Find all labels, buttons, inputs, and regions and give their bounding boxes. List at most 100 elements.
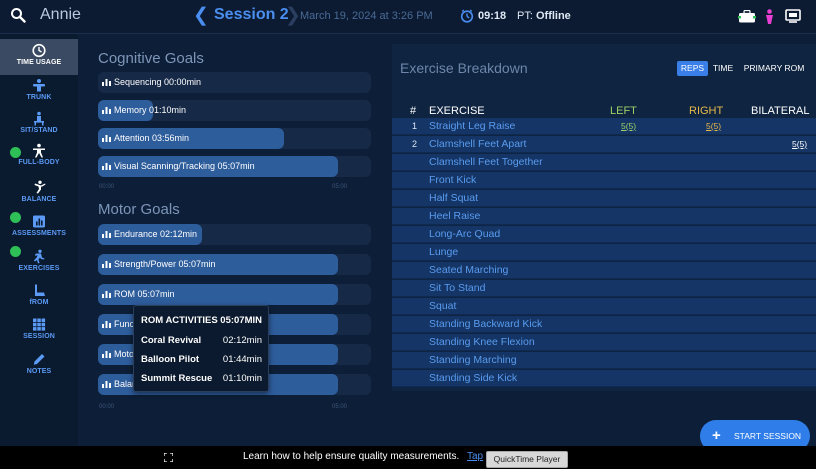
exercise-row[interactable]: Standing Side Kick (392, 370, 816, 387)
exercise-breakdown-panel: Exercise Breakdown REPS TIME PRIMARY ROM… (392, 44, 816, 391)
bar-chart-icon (102, 107, 111, 114)
goal-label-wrap: Visual Scanning/Tracking 05:07min (102, 161, 255, 171)
scale-end: 05:00 (332, 184, 348, 190)
patient-name[interactable]: Annie (40, 6, 81, 24)
bar-chart-icon (102, 261, 111, 268)
activity-name: Coral Revival (141, 335, 202, 346)
goal-label-wrap: Funct (102, 319, 137, 329)
goal-bar-attention[interactable]: Attention 03:56min (98, 128, 371, 149)
reps-left[interactable]: 5(5) (621, 121, 636, 131)
chevron-right-icon: ❯ (285, 5, 301, 26)
exercise-row[interactable]: Standing Backward Kick (392, 316, 816, 333)
goal-label: Attention 03:56min (114, 133, 190, 143)
sidebar-item-label: SESSION (23, 333, 55, 340)
sidebar-item-time-usage[interactable]: TIME USAGE (0, 39, 78, 75)
sidebar-item-trunk[interactable]: TRUNK (0, 78, 78, 101)
exercise-row[interactable]: Lunge (392, 244, 816, 261)
stopwatch-icon (460, 9, 474, 23)
from-icon (35, 284, 45, 296)
reps-right[interactable]: 5(5) (706, 121, 721, 131)
goal-bar-strength-power[interactable]: Strength/Power 05:07min (98, 254, 371, 275)
exercise-row[interactable]: 2 Clamshell Feet Apart 5(5) (392, 136, 816, 153)
exercise-number: 1 (412, 121, 418, 131)
goal-bar-sequencing[interactable]: Sequencing 00:00min (98, 72, 371, 93)
exercise-row[interactable]: Heel Raise (392, 208, 816, 225)
sidebar-item-assessments[interactable]: ASSESSMENTS (0, 214, 78, 237)
toggle-primary-rom[interactable]: PRIMARY ROM (738, 61, 810, 76)
goal-bar-rom[interactable]: ROM 05:07min (98, 284, 371, 305)
toggle-reps[interactable]: REPS (677, 61, 708, 76)
col-header-bilateral: BILATERAL (751, 105, 810, 117)
popover-row: Coral Revival 02:12min (141, 335, 262, 346)
person-icon[interactable] (765, 9, 774, 24)
exercise-row[interactable]: Half Squat (392, 190, 816, 207)
goal-label-wrap: Endurance 02:12min (102, 229, 197, 239)
bar-chart-icon (102, 291, 111, 298)
col-header-num: # (410, 105, 417, 117)
goal-label: Endurance 02:12min (114, 229, 198, 239)
activity-time: 01:10min (222, 373, 262, 384)
goal-label-wrap: Motor (102, 349, 137, 359)
cognitive-goals-title: Cognitive Goals (98, 50, 204, 67)
quality-help-text: Learn how to help ensure quality measure… (243, 451, 460, 462)
briefcase-icon[interactable] (738, 10, 756, 23)
sidebar-item-label: SIT/STAND (20, 127, 58, 134)
exercise-name: Lunge (429, 246, 459, 258)
goal-bar-visual-scanning[interactable]: Visual Scanning/Tracking 05:07min (98, 156, 371, 177)
exercise-row[interactable]: Standing Marching (392, 352, 816, 369)
exercise-row[interactable]: Long-Arc Quad (392, 226, 816, 243)
exercise-name: Half Squat (429, 192, 479, 204)
session-title: Session 2 (214, 6, 289, 23)
sidebar-item-label: FULL-BODY (18, 159, 60, 166)
fullscreen-icon[interactable] (164, 453, 173, 462)
sidebar-item-sit-stand[interactable]: SIT/STAND (0, 111, 78, 134)
exercise-row[interactable]: Seated Marching (392, 262, 816, 279)
goal-bar-endurance[interactable]: Endurance 02:12min (98, 224, 371, 245)
toggle-time[interactable]: TIME (710, 61, 736, 76)
exercise-name: Straight Leg Raise (429, 120, 516, 132)
exercise-row[interactable]: Standing Knee Flexion (392, 334, 816, 351)
exercise-name: Standing Marching (429, 354, 517, 366)
exercise-name: Seated Marching (429, 264, 509, 276)
app-window: Annie ❮ Session 2 ❯ March 19, 2024 at 3:… (0, 0, 816, 469)
search-icon[interactable] (10, 7, 26, 23)
bar-chart-icon (102, 79, 111, 86)
exercise-row[interactable]: Squat (392, 298, 816, 315)
quality-help-link[interactable]: Tap (467, 451, 483, 462)
scale-start: 00:00 (99, 404, 115, 410)
chevron-left-icon[interactable]: ❮ (193, 4, 209, 27)
sidebar-item-full-body[interactable]: FULL-BODY (0, 143, 78, 166)
exercise-row[interactable]: Sit To Stand (392, 280, 816, 297)
plus-icon: + (712, 427, 721, 444)
bar-chart-icon (102, 231, 111, 238)
exercise-name: Clamshell Feet Together (429, 156, 543, 168)
screen-share-icon[interactable] (785, 9, 801, 23)
sidebar-item-exercises[interactable]: EXERCISES (0, 249, 78, 272)
sidebar-item-label: BALANCE (21, 196, 57, 203)
exercise-row[interactable]: Clamshell Feet Together (392, 154, 816, 171)
rom-activities-popover: ROM ACTIVITIES 05:07MIN Coral Revival 02… (133, 305, 269, 392)
goal-label: Sequencing 00:00min (114, 77, 202, 87)
sidebar-item-notes[interactable]: NOTES (0, 352, 78, 375)
scale-start: 00:00 (99, 184, 115, 190)
exercise-row[interactable]: Front Kick (392, 172, 816, 189)
exercise-row[interactable]: 1 Straight Leg Raise 5(5) 5(5) (392, 118, 816, 135)
pt-status: PT: Offline (517, 10, 571, 22)
exercises-icon (34, 249, 45, 264)
goal-label-wrap: Strength/Power 05:07min (102, 259, 216, 269)
goal-label: Memory 01:10min (114, 105, 187, 115)
goal-bar-memory[interactable]: Memory 01:10min (98, 100, 371, 121)
activity-name: Summit Rescue (141, 373, 213, 384)
sidebar-item-balance[interactable]: BALANCE (0, 180, 78, 203)
reps-bilateral[interactable]: 5(5) (792, 139, 807, 149)
goal-label: Strength/Power 05:07min (114, 259, 216, 269)
sidebar-item-label: TRUNK (26, 94, 52, 101)
start-session-label: START SESSION (734, 431, 802, 441)
sidebar-item-from[interactable]: fROM (0, 283, 78, 306)
popover-total: 05:07MIN (220, 315, 262, 326)
sidebar-item-session[interactable]: SESSION (0, 317, 78, 340)
activity-name: Balloon Pilot (141, 354, 200, 365)
bar-chart-icon (102, 381, 111, 388)
pt-prefix: PT: (517, 10, 533, 22)
full-body-icon (33, 143, 45, 158)
